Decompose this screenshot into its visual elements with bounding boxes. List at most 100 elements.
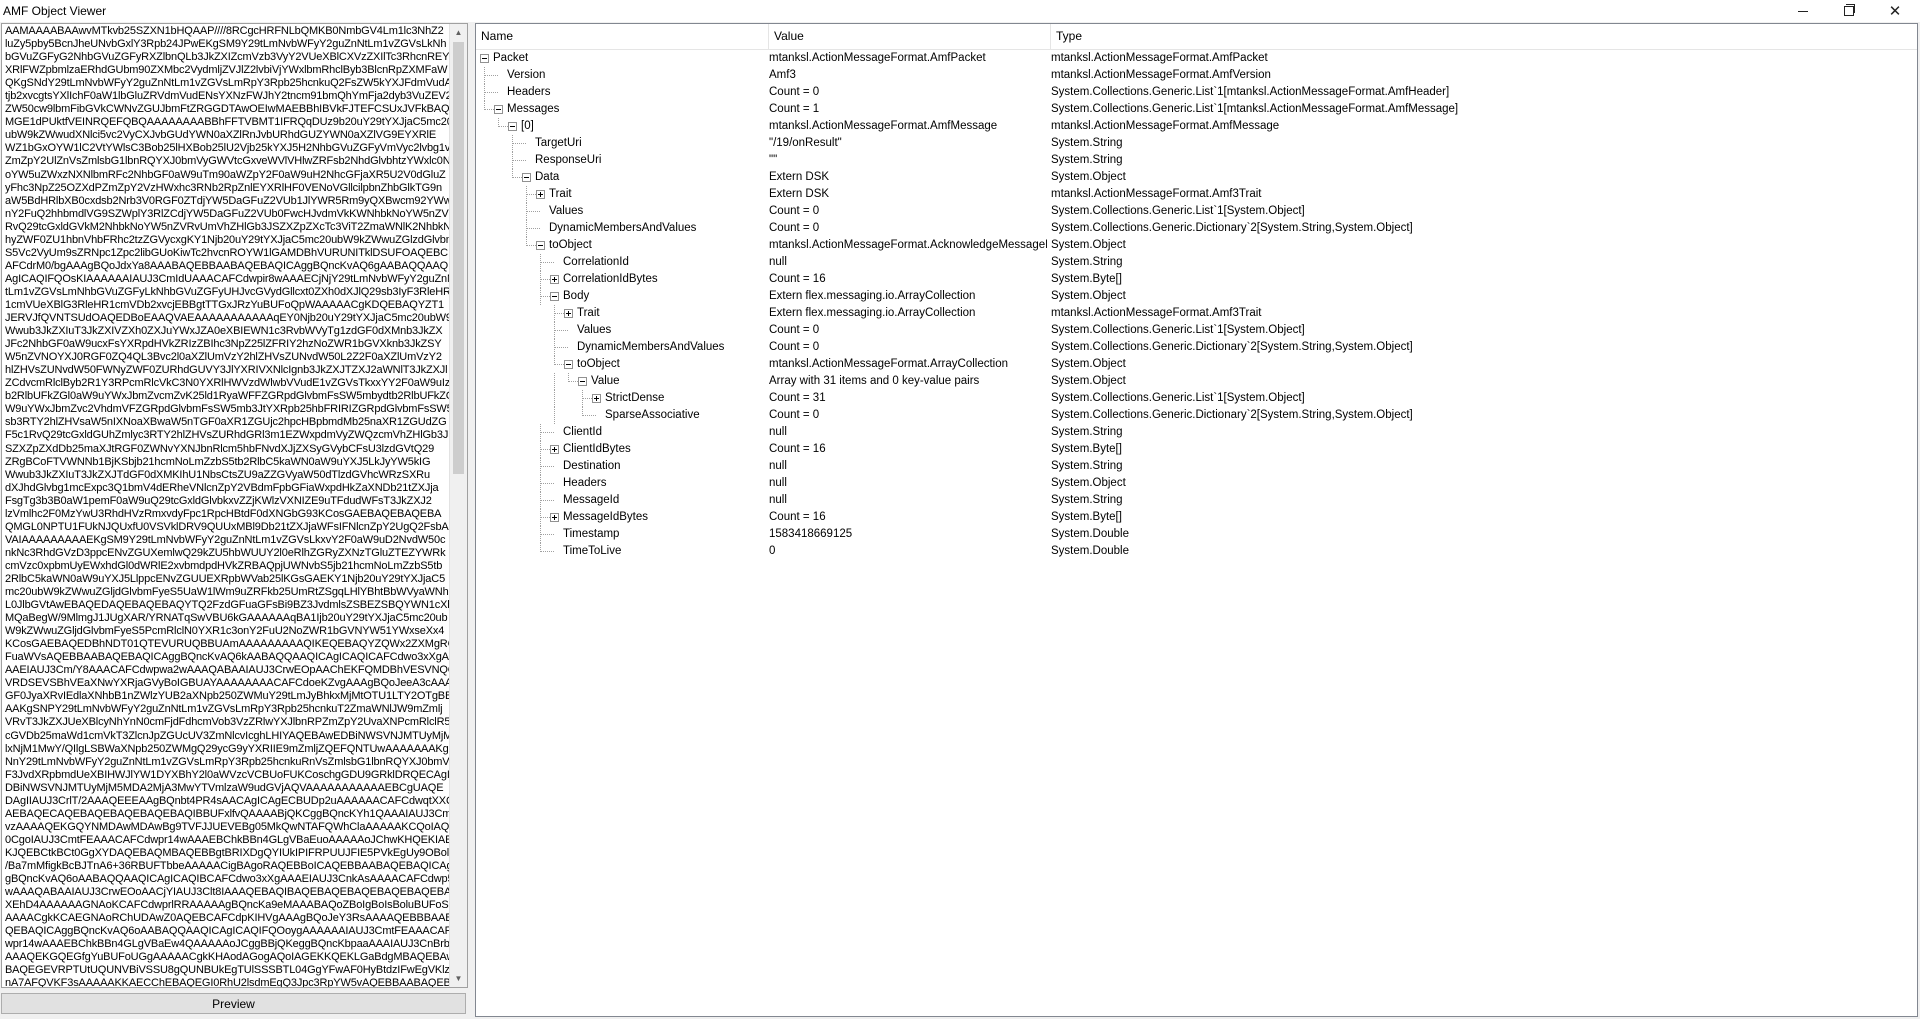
tree-row-value: Count = 16 — [769, 273, 826, 285]
collapse-icon[interactable] — [578, 377, 587, 386]
tree-row-value: mtanksl.ActionMessageFormat.AmfMessage — [769, 120, 998, 132]
tree-row[interactable]: Data Extern DSK System.Object — [476, 169, 1917, 186]
tree-row[interactable]: Headers Count = 0 System.Collections.Gener… — [476, 84, 1917, 101]
tree-row-type: System.Object — [1051, 375, 1126, 387]
tree-row-type: System.Collections.Generic.List`1[mtanks… — [1051, 103, 1459, 115]
column-header-value[interactable]: Value — [769, 24, 1051, 49]
tree-row[interactable]: Values Count = 0 System.Collections.Generi… — [476, 322, 1917, 339]
expand-icon[interactable] — [536, 190, 545, 199]
tree-row[interactable]: toObject mtanksl.ActionMessageFormat.Arra… — [476, 356, 1917, 373]
preview-button[interactable]: Preview — [1, 993, 466, 1014]
tree-row[interactable]: Headers null System.Object — [476, 475, 1917, 492]
tree-row[interactable]: Trait Extern flex.messaging.io.ArrayColle… — [476, 305, 1917, 322]
tree-row-value: Count = 0 — [769, 324, 820, 336]
tree-row[interactable]: CorrelationIdBytes Count = 16 System.Byte[… — [476, 271, 1917, 288]
object-tree-list[interactable]: Name Value Type Packet mtanksl.ActionMess… — [475, 23, 1918, 1017]
tree-connector-line — [498, 126, 508, 127]
tree-row[interactable]: ResponseUri "" System.String — [476, 152, 1917, 169]
collapse-icon[interactable] — [522, 173, 531, 182]
tree-row-name: Destination — [563, 460, 621, 472]
tree-row-name: ClientId — [563, 426, 602, 438]
tree-row[interactable]: Body Extern flex.messaging.io.ArrayCollec… — [476, 288, 1917, 305]
tree-row-name-cell: Headers — [476, 475, 761, 492]
tree-row-type: mtanksl.ActionMessageFormat.AmfMessage — [1051, 120, 1280, 132]
column-header-name[interactable]: Name — [476, 24, 769, 49]
tree-row[interactable]: MessageId null System.String — [476, 492, 1917, 509]
tree-connector-line — [554, 373, 555, 390]
tree-row[interactable]: SparseAssociative Count = 0 System.Collect… — [476, 407, 1917, 424]
scroll-up-button[interactable]: ▲ — [450, 24, 467, 41]
expand-icon[interactable] — [564, 309, 573, 318]
tree-row[interactable]: DynamicMembersAndValues Count = 0 System.C… — [476, 220, 1917, 237]
tree-row-name: StrictDense — [605, 392, 665, 404]
vertical-scrollbar[interactable]: ▲ ▼ — [449, 24, 467, 987]
tree-row-name-cell: Version — [476, 67, 761, 84]
collapse-icon[interactable] — [508, 122, 517, 131]
tree-row-value: Extern flex.messaging.io.ArrayCollection — [769, 307, 976, 319]
tree-row[interactable]: StrictDense Count = 31 System.Collections.… — [476, 390, 1917, 407]
tree-row-type: mtanksl.ActionMessageFormat.AmfPacket — [1051, 52, 1268, 64]
arrow-up-icon: ▲ — [454, 28, 463, 37]
tree-row-value: null — [769, 477, 787, 489]
tree-row-name-cell: Destination — [476, 458, 761, 475]
tree-row-name-cell: Trait — [476, 305, 761, 322]
tree-row-value: "/19/onResult" — [769, 137, 842, 149]
tree-row[interactable]: TargetUri "/19/onResult" System.String — [476, 135, 1917, 152]
close-icon: ✕ — [1888, 3, 1902, 20]
tree-row-name: Trait — [549, 188, 572, 200]
tree-connector-line — [512, 160, 526, 161]
tree-row-name-cell: Timestamp — [476, 526, 761, 543]
tree-row[interactable]: TimeToLive 0 System.Double — [476, 543, 1917, 560]
tree-row-type: System.String — [1051, 256, 1123, 268]
tree-row[interactable]: ClientIdBytes Count = 16 System.Byte[] — [476, 441, 1917, 458]
tree-row[interactable]: Version Amf3 mtanksl.ActionMessageFormat.A… — [476, 67, 1917, 84]
collapse-icon[interactable] — [494, 105, 503, 114]
collapse-icon[interactable] — [550, 292, 559, 301]
tree-row[interactable]: toObject mtanksl.ActionMessageFormat.Ackn… — [476, 237, 1917, 254]
tree-row-name-cell: Messages — [476, 101, 761, 118]
restore-button[interactable] — [1826, 0, 1872, 22]
tree-row[interactable]: ClientId null System.String — [476, 424, 1917, 441]
collapse-icon[interactable] — [536, 241, 545, 250]
tree-row[interactable]: MessageIdBytes Count = 16 System.Byte[] — [476, 509, 1917, 526]
tree-row-name-cell: [0] — [476, 118, 761, 135]
tree-row[interactable]: Messages Count = 1 System.Collections.Gene… — [476, 101, 1917, 118]
arrow-down-icon: ▼ — [454, 974, 463, 983]
expand-icon[interactable] — [592, 394, 601, 403]
expand-icon[interactable] — [550, 275, 559, 284]
minimize-button[interactable] — [1780, 0, 1826, 22]
tree-row[interactable]: Value Array with 31 items and 0 key-value… — [476, 373, 1917, 390]
close-button[interactable]: ✕ — [1872, 0, 1918, 22]
expand-icon[interactable] — [550, 445, 559, 454]
tree-row-name: Values — [577, 324, 612, 336]
tree-connector-line — [554, 390, 555, 407]
collapse-icon[interactable] — [564, 360, 573, 369]
tree-row[interactable]: [0] mtanksl.ActionMessageFormat.AmfMessag… — [476, 118, 1917, 135]
tree-row-name: SparseAssociative — [605, 409, 700, 421]
tree-row[interactable]: Destination null System.String — [476, 458, 1917, 475]
tree-row-name: Body — [563, 290, 590, 302]
scroll-down-button[interactable]: ▼ — [450, 970, 467, 987]
tree-row-value: "" — [769, 154, 778, 166]
collapse-icon[interactable] — [480, 54, 489, 63]
raw-data-textbox[interactable]: AAMAAAABAAwvMTkvb25SZXN1bHQAAP////8RCgcH… — [1, 23, 468, 988]
tree-row[interactable]: CorrelationId null System.String — [476, 254, 1917, 271]
tree-row-type: System.Object — [1051, 290, 1126, 302]
tree-row[interactable]: DynamicMembersAndValues Count = 0 System.C… — [476, 339, 1917, 356]
tree-row[interactable]: Values Count = 0 System.Collections.Generi… — [476, 203, 1917, 220]
tree-row-name-cell: toObject — [476, 356, 761, 373]
expand-icon[interactable] — [550, 513, 559, 522]
tree-connector-line — [526, 194, 536, 195]
tree-connector-line — [540, 466, 554, 467]
tree-row[interactable]: Timestamp 1583418669125 System.Double — [476, 526, 1917, 543]
tree-row[interactable]: Trait Extern DSK mtanksl.ActionMessageForm… — [476, 186, 1917, 203]
tree-row[interactable]: Packet mtanksl.ActionMessageFormat.AmfPac… — [476, 50, 1917, 67]
column-header-type[interactable]: Type — [1051, 24, 1391, 49]
scroll-thumb[interactable] — [453, 42, 464, 474]
tree-row-name-cell: toObject — [476, 237, 761, 254]
tree-row-name-cell: Value — [476, 373, 761, 390]
window-title: AMF Object Viewer — [3, 4, 107, 18]
tree-row-type: System.String — [1051, 137, 1123, 149]
tree-row-name-cell: Values — [476, 322, 761, 339]
tree-connector-line — [484, 92, 498, 93]
